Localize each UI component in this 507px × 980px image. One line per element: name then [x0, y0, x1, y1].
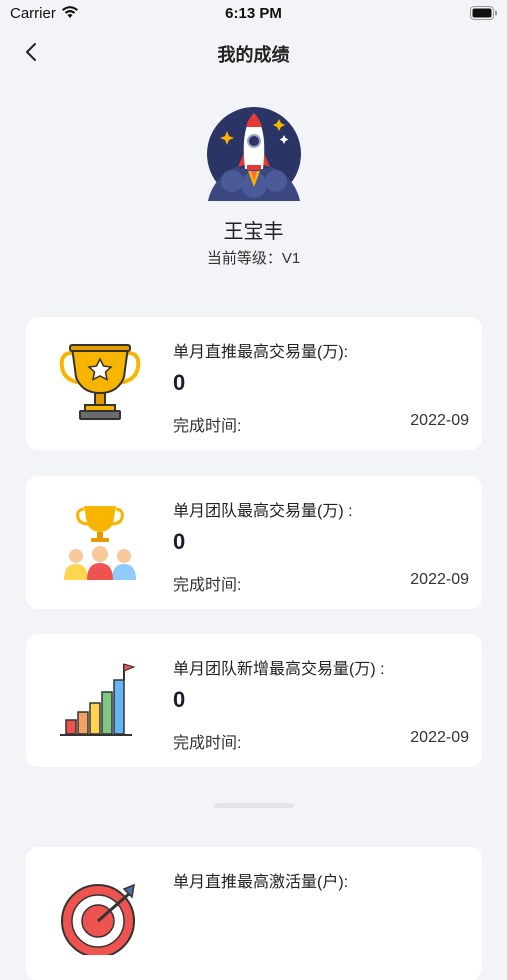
navigation-bar: 我的成绩 [0, 32, 507, 72]
completion-time-value: 2022-09 [410, 729, 469, 746]
status-bar: Carrier 6:13 PM [0, 0, 507, 28]
home-indicator [214, 803, 294, 808]
achievement-card-team-volume[interactable]: 单月团队最高交易量(万) : 0 完成时间: 2022-09 [26, 476, 482, 609]
user-name: 王宝丰 [223, 221, 284, 243]
team-trophy-icon [64, 506, 136, 580]
completion-time-value: 2022-09 [410, 571, 469, 588]
completion-time-value: 2022-09 [410, 412, 469, 429]
card-value: 0 [173, 687, 186, 712]
card-title: 单月团队新增最高交易量(万) : [173, 661, 385, 678]
completion-time-label: 完成时间: [173, 735, 242, 752]
page-title: 我的成绩 [217, 45, 290, 65]
achievement-card-direct-activation[interactable]: 单月直推最高激活量(户): [26, 847, 482, 980]
battery-icon [470, 6, 497, 20]
card-title: 单月团队最高交易量(万) : [173, 503, 353, 520]
achievement-card-direct-volume[interactable]: 单月直推最高交易量(万): 0 完成时间: 2022-09 [26, 317, 482, 450]
card-value: 0 [173, 370, 186, 395]
completion-time-label: 完成时间: [173, 418, 242, 435]
achievement-card-team-new-volume[interactable]: 单月团队新增最高交易量(万) : 0 完成时间: 2022-09 [26, 634, 482, 767]
completion-time-label: 完成时间: [173, 577, 242, 594]
growth-chart-icon [60, 663, 136, 736]
card-title: 单月直推最高交易量(万): [173, 344, 349, 361]
user-level: 当前等级：V1 [206, 250, 301, 267]
status-time: 6:13 PM [225, 5, 282, 22]
card-value: 0 [173, 529, 186, 554]
card-title: 单月直推最高激活量(户): [173, 874, 349, 891]
rocket-avatar-icon [207, 107, 301, 201]
target-icon [61, 883, 135, 955]
trophy-icon [59, 344, 141, 420]
